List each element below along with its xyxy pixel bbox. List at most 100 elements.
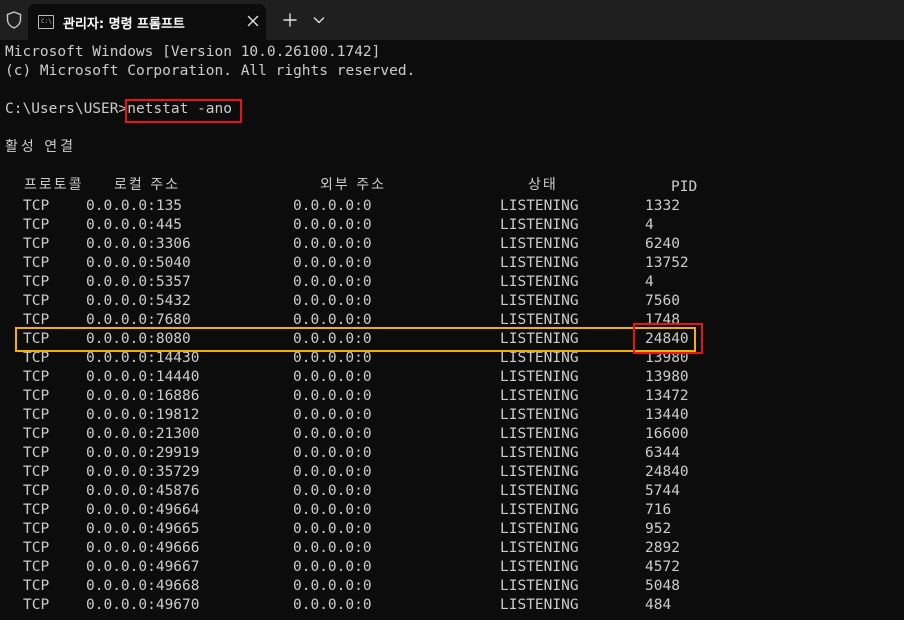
cell-pid: 5048: [645, 578, 680, 594]
cell-proto: TCP: [23, 407, 50, 423]
cell-pid: 13752: [645, 255, 689, 271]
cell-proto: TCP: [23, 597, 50, 613]
close-icon[interactable]: [245, 13, 261, 29]
header-pid: PID: [671, 179, 698, 195]
command-prompt-icon: C:\: [38, 15, 54, 29]
cell-state: LISTENING: [500, 578, 579, 594]
cell-pid: 13980: [645, 350, 689, 366]
cell-state: LISTENING: [500, 255, 579, 271]
header-proto: 프로토콜: [24, 177, 84, 193]
cell-local: 0.0.0.0:5357: [86, 274, 191, 290]
cell-pid: 6344: [645, 445, 680, 461]
cell-local: 0.0.0.0:29919: [86, 445, 200, 461]
cell-proto: TCP: [23, 198, 50, 214]
cell-proto: TCP: [23, 312, 50, 328]
cell-local: 0.0.0.0:5040: [86, 255, 191, 271]
cell-local: 0.0.0.0:35729: [86, 464, 200, 480]
version-line: Microsoft Windows [Version 10.0.26100.17…: [5, 44, 381, 60]
cell-proto: TCP: [23, 559, 50, 575]
plus-icon[interactable]: [280, 10, 300, 30]
cell-pid: 6240: [645, 236, 680, 252]
section-title: 활성 연결: [5, 139, 76, 155]
cell-foreign: 0.0.0.0:0: [293, 255, 372, 271]
cell-local: 0.0.0.0:16886: [86, 388, 200, 404]
cell-proto: TCP: [23, 331, 50, 347]
cell-foreign: 0.0.0.0:0: [293, 578, 372, 594]
command-line: C:\Users\USER>netstat -ano: [5, 100, 232, 119]
cell-state: LISTENING: [500, 293, 579, 309]
cell-foreign: 0.0.0.0:0: [293, 350, 372, 366]
cell-foreign: 0.0.0.0:0: [293, 293, 372, 309]
cell-pid: 952: [645, 521, 672, 537]
copyright-line: (c) Microsoft Corporation. All rights re…: [5, 63, 416, 79]
cell-foreign: 0.0.0.0:0: [293, 540, 372, 556]
cell-proto: TCP: [23, 445, 50, 461]
cell-pid: 7560: [645, 293, 680, 309]
shield-icon: [6, 11, 22, 29]
console-output[interactable]: Microsoft Windows [Version 10.0.26100.17…: [0, 40, 904, 620]
cell-state: LISTENING: [500, 597, 579, 613]
cell-proto: TCP: [23, 274, 50, 290]
cell-local: 0.0.0.0:49666: [86, 540, 200, 556]
cell-proto: TCP: [23, 217, 50, 233]
cell-pid: 1332: [645, 198, 680, 214]
cell-state: LISTENING: [500, 312, 579, 328]
cell-pid: 484: [645, 597, 672, 613]
header-state: 상태: [528, 177, 558, 193]
cell-foreign: 0.0.0.0:0: [293, 559, 372, 575]
cell-foreign: 0.0.0.0:0: [293, 274, 372, 290]
header-local: 로컬 주소: [114, 177, 180, 193]
cell-foreign: 0.0.0.0:0: [293, 407, 372, 423]
cell-pid: 13980: [645, 369, 689, 385]
cell-state: LISTENING: [500, 483, 579, 499]
cell-pid: 16600: [645, 426, 689, 442]
cell-state: LISTENING: [500, 407, 579, 423]
cell-pid: 716: [645, 502, 672, 518]
cell-pid: 13440: [645, 407, 689, 423]
cell-foreign: 0.0.0.0:0: [293, 597, 372, 613]
title-bar: C:\ 관리자: 명령 프롬프트: [0, 0, 904, 40]
cell-local: 0.0.0.0:49668: [86, 578, 200, 594]
cell-pid: 24840: [645, 464, 689, 480]
header-foreign: 외부 주소: [320, 177, 386, 193]
cell-state: LISTENING: [500, 350, 579, 366]
cell-proto: TCP: [23, 236, 50, 252]
cell-state: LISTENING: [500, 236, 579, 252]
cell-foreign: 0.0.0.0:0: [293, 483, 372, 499]
cell-state: LISTENING: [500, 521, 579, 537]
cell-foreign: 0.0.0.0:0: [293, 502, 372, 518]
cell-local: 0.0.0.0:445: [86, 217, 183, 233]
cell-proto: TCP: [23, 369, 50, 385]
cell-proto: TCP: [23, 502, 50, 518]
cell-proto: TCP: [23, 521, 50, 537]
cell-pid: 4: [645, 217, 654, 233]
cell-proto: TCP: [23, 255, 50, 271]
cell-local: 0.0.0.0:49665: [86, 521, 200, 537]
cell-proto: TCP: [23, 293, 50, 309]
tab-command-prompt[interactable]: C:\ 관리자: 명령 프롬프트: [28, 4, 266, 40]
cell-proto: TCP: [23, 426, 50, 442]
cell-state: LISTENING: [500, 331, 579, 347]
cell-state: LISTENING: [500, 502, 579, 518]
cell-foreign: 0.0.0.0:0: [293, 369, 372, 385]
cell-local: 0.0.0.0:8080: [86, 331, 191, 347]
command-prompt-icon-text: C:\: [41, 18, 52, 25]
cell-foreign: 0.0.0.0:0: [293, 464, 372, 480]
cell-pid: 13472: [645, 388, 689, 404]
chevron-down-icon[interactable]: [310, 11, 328, 29]
cell-state: LISTENING: [500, 426, 579, 442]
cell-local: 0.0.0.0:49664: [86, 502, 200, 518]
cell-foreign: 0.0.0.0:0: [293, 388, 372, 404]
cell-proto: TCP: [23, 464, 50, 480]
command-text: netstat -ano: [127, 101, 232, 117]
cell-local: 0.0.0.0:3306: [86, 236, 191, 252]
cell-local: 0.0.0.0:49667: [86, 559, 200, 575]
cell-proto: TCP: [23, 578, 50, 594]
prompt: C:\Users\USER>: [5, 101, 128, 117]
cell-pid: 24840: [645, 331, 689, 347]
cell-foreign: 0.0.0.0:0: [293, 236, 372, 252]
cell-foreign: 0.0.0.0:0: [293, 426, 372, 442]
cell-local: 0.0.0.0:7680: [86, 312, 191, 328]
cell-state: LISTENING: [500, 369, 579, 385]
cell-state: LISTENING: [500, 559, 579, 575]
